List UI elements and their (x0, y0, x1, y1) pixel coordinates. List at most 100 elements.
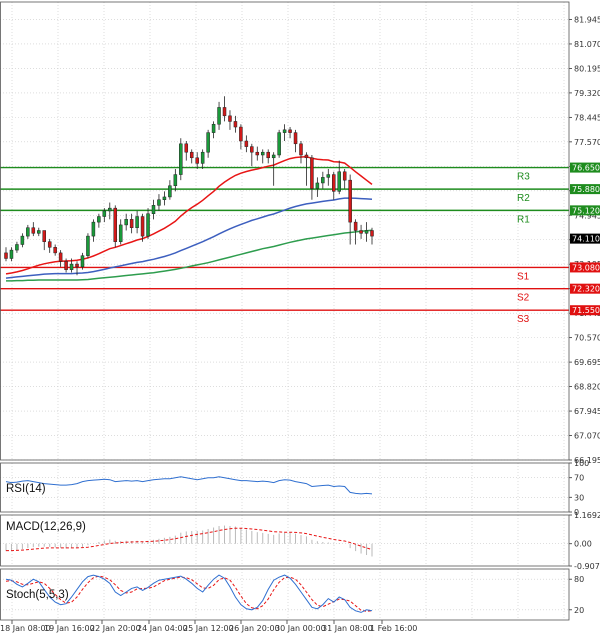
candle (135, 210, 139, 234)
candle-body (299, 143, 303, 156)
candle-body (102, 210, 107, 217)
current-price-label: 74.110 (572, 235, 600, 244)
candle-body (58, 252, 63, 262)
candle (97, 213, 101, 228)
level-tag-label: 72.320 (572, 285, 600, 294)
macd-tick-label: 1.1692 (574, 511, 600, 520)
stoch-title: Stoch(5,5,3) (6, 589, 69, 601)
candle (271, 152, 276, 186)
candle (332, 171, 336, 200)
candle-body (288, 129, 292, 133)
candle-body (42, 230, 46, 242)
level-name-s2: S2 (517, 293, 530, 304)
price-tick-label: 67.070 (574, 432, 600, 441)
candle (58, 250, 63, 267)
candle-body (37, 230, 41, 234)
candle (53, 244, 57, 256)
candle-body (304, 154, 309, 159)
candle (86, 233, 90, 259)
level-name-r1: R1 (517, 214, 530, 225)
rsi-line (5, 476, 373, 495)
time-axis: 18 Jan 08:0019 Jan 16:0022 Jan 20:0024 J… (0, 620, 417, 633)
rsi-title: RSI(14) (6, 483, 46, 495)
level-name-r3: R3 (517, 172, 530, 183)
candle-body (271, 154, 276, 159)
candle (299, 141, 303, 164)
candle (91, 219, 96, 242)
candle-body (266, 151, 270, 159)
candle-body (217, 107, 221, 125)
time-tick-label: 24 Jan 04:00 (137, 624, 188, 633)
rsi-tick-label: 70 (574, 474, 584, 483)
candle-body (293, 132, 298, 145)
candle (42, 230, 46, 251)
candle (157, 194, 161, 211)
rsi-tick-label: 30 (574, 493, 584, 502)
candle (266, 149, 270, 164)
candle (239, 124, 243, 150)
candle-body (129, 219, 134, 228)
level-name-s1: S1 (517, 271, 530, 282)
candle (255, 146, 260, 161)
candle-body (310, 157, 314, 189)
candle-body (20, 235, 25, 245)
candle (179, 138, 183, 181)
level-tag-label: 75.120 (572, 206, 600, 215)
candle (337, 160, 341, 195)
candle-body (353, 221, 358, 231)
stoch-tick-label: 20 (574, 606, 584, 615)
candle (184, 141, 189, 161)
candle-body (282, 129, 287, 133)
candle (146, 208, 150, 239)
price-tick-label: 77.570 (574, 138, 600, 147)
candle-body (244, 140, 249, 147)
price-tick-label: 81.070 (574, 40, 600, 49)
candle-body (64, 261, 68, 270)
candle-body (250, 146, 254, 153)
time-tick-label: 22 Jan 20:00 (90, 624, 141, 633)
candle-body (348, 179, 352, 223)
candle-body (370, 230, 374, 237)
candle-body (113, 207, 118, 242)
level-tag-label: 75.880 (572, 185, 600, 194)
time-tick-label: 19 Jan 16:00 (44, 624, 95, 633)
rsi-panel: 10070300RSI(14) (0, 459, 589, 517)
candle-body (211, 123, 216, 133)
time-tick-label: 25 Jan 12:00 (183, 624, 234, 633)
candle (250, 143, 254, 167)
candle-body (4, 252, 8, 259)
candle-body (342, 171, 347, 181)
level-name-s3: S3 (517, 314, 530, 325)
candle-body (86, 235, 90, 256)
candle (189, 149, 194, 164)
candle-body (146, 213, 150, 237)
candle (15, 241, 19, 253)
candle (310, 154, 314, 200)
candle (326, 168, 331, 186)
candle-body (15, 244, 19, 251)
candle (288, 127, 292, 139)
candle-body (26, 227, 30, 237)
candle (31, 222, 36, 237)
candle (260, 149, 265, 164)
candle (124, 213, 128, 231)
macd-tick-label: -0.9071 (574, 562, 600, 571)
panel-frame-rsi (0, 462, 570, 513)
candle-body (53, 247, 57, 254)
candle-body (364, 230, 369, 234)
macd-panel: 1.1692 0.00 -0.9071 MACD(12,26,9) (0, 511, 600, 571)
candle-body (233, 121, 238, 128)
candle-body (200, 151, 205, 164)
panel-frame-stoch (0, 568, 570, 621)
candle-body (135, 216, 139, 228)
time-tick-label: 31 Jan 08:00 (322, 624, 373, 633)
candle-body (184, 143, 189, 153)
time-tick-label: 30 Jan 00:00 (275, 624, 326, 633)
candle-body (47, 241, 52, 248)
candle (26, 224, 30, 239)
candle-body (173, 174, 178, 187)
stoch-panel: 80 20 Stoch(5,5,3) (0, 574, 584, 615)
candle (277, 129, 281, 158)
candle-body (189, 151, 194, 159)
candle (151, 199, 156, 220)
